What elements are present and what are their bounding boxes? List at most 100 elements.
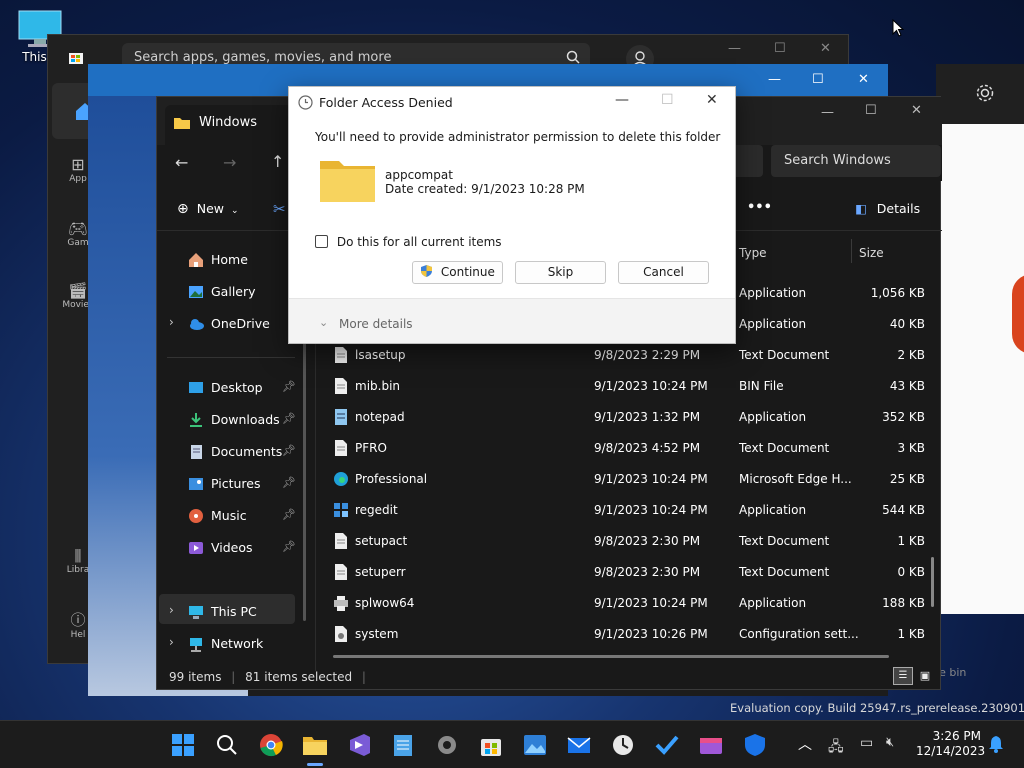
visual-studio-icon[interactable] [346, 732, 372, 758]
explorer-tab[interactable]: Windows [165, 105, 300, 145]
tiles-view-button[interactable]: ▣ [915, 667, 935, 685]
notepad-icon[interactable] [390, 732, 416, 758]
mail-icon[interactable] [566, 732, 592, 758]
horizontal-scrollbar[interactable] [333, 655, 889, 658]
volume-muted-icon[interactable]: 🔇︎ [886, 735, 894, 750]
store-maximize-button[interactable]: ☐ [774, 41, 786, 56]
back-arrow-icon[interactable]: ← [175, 153, 188, 172]
pin-icon: 📌︎ [282, 540, 296, 553]
chevron-right-icon[interactable]: › [169, 635, 174, 649]
sidebar-item-music[interactable]: Music 📌︎ [187, 505, 307, 529]
table-row[interactable]: splwow64 9/1/2023 10:24 PM Application 188 … [333, 588, 933, 619]
file-explorer-taskbar-icon[interactable] [302, 732, 328, 758]
table-row[interactable]: PFRO 9/8/2023 4:52 PM Text Document 3 KB [333, 433, 933, 464]
file-doc-icon [333, 532, 349, 550]
network-disconnected-icon[interactable]: 🖧︎ [828, 736, 844, 760]
clock-icon [298, 95, 313, 113]
column-divider [851, 239, 852, 263]
store-close-button[interactable]: ✕ [820, 41, 831, 56]
explorer-tab-title: Windows [199, 115, 258, 130]
store-taskbar-icon[interactable] [478, 732, 504, 758]
checkbox-box[interactable] [315, 235, 328, 248]
sidebar-item-videos[interactable]: Videos 📌︎ [187, 537, 307, 561]
sidebar-divider [167, 357, 295, 358]
table-row[interactable]: Professional 9/1/2023 10:24 PM Microsoft E… [333, 464, 933, 495]
file-size: 1,056 KB [870, 286, 925, 300]
more-details-toggle[interactable]: More details [339, 317, 413, 331]
table-row[interactable]: regedit 9/1/2023 10:24 PM Application 544 K… [333, 495, 933, 526]
table-row[interactable]: system 9/1/2023 10:26 PM Configuration set… [333, 619, 933, 650]
sidebar-item-this-pc[interactable]: This PC [187, 601, 307, 625]
up-arrow-icon[interactable]: ↑ [271, 152, 284, 171]
cut-icon[interactable]: ✂ [273, 200, 286, 218]
column-header-type[interactable]: Type [739, 239, 767, 263]
cloud-icon [187, 315, 205, 333]
table-row[interactable]: lsasetup 9/8/2023 2:29 PM Text Document 2 K… [333, 340, 933, 371]
forward-arrow-icon[interactable]: → [223, 153, 236, 172]
file-date: 9/1/2023 10:26 PM [594, 627, 708, 641]
todo-icon[interactable] [654, 732, 680, 758]
new-button[interactable]: ⊕ New ⌄ [177, 201, 239, 217]
continue-button[interactable]: Continue [412, 261, 503, 284]
cancel-button[interactable]: Cancel [618, 261, 709, 284]
file-type: Application [739, 410, 807, 424]
more-options-button[interactable]: ••• [747, 200, 772, 215]
list-scrollbar[interactable] [931, 557, 934, 607]
chevron-right-icon[interactable]: › [169, 315, 174, 329]
gear-icon[interactable] [974, 82, 996, 107]
file-name: splwow64 [355, 596, 415, 610]
sidebar-item-downloads[interactable]: Downloads 📌︎ [187, 409, 307, 433]
chrome-icon[interactable] [258, 732, 284, 758]
chevron-down-icon[interactable]: ⌄ [319, 316, 328, 329]
details-view-button[interactable]: ☰ [893, 667, 913, 685]
chevron-right-icon[interactable]: › [169, 603, 174, 617]
sidebar-item-network[interactable]: Network [187, 633, 307, 657]
file-date: 9/1/2023 10:24 PM [594, 472, 708, 486]
explorer-search-input[interactable]: Search Windows [771, 145, 941, 177]
bg-maximize-button[interactable]: ☐ [812, 72, 824, 87]
taskbar-search-icon[interactable] [214, 732, 240, 758]
settings-gear-icon[interactable] [434, 732, 460, 758]
table-row[interactable]: setuperr 9/8/2023 2:30 PM Text Document 0 K… [333, 557, 933, 588]
display-icon[interactable]: ▭ [860, 735, 873, 751]
apply-all-checkbox[interactable]: Do this for all current items [315, 235, 502, 249]
bg-close-button[interactable]: ✕ [858, 72, 869, 87]
table-row[interactable]: mib.bin 9/1/2023 10:24 PM BIN File 43 KB [333, 371, 933, 402]
dialog-minimize-button[interactable]: — [615, 92, 629, 108]
dialog-close-button[interactable]: ✕ [706, 92, 718, 108]
status-item-count: 99 items [169, 670, 222, 684]
sidebar-item-downloads-label: Downloads [211, 412, 280, 427]
tray-chevron-up-icon[interactable]: ︿ [798, 734, 812, 754]
explorer-minimize-button[interactable]: — [821, 105, 834, 120]
file-name: system [355, 627, 399, 641]
desktop-icon [187, 379, 205, 397]
sidebar-item-desktop[interactable]: Desktop 📌︎ [187, 377, 307, 401]
store-search-placeholder: Search apps, games, movies, and more [134, 50, 392, 65]
home-icon [187, 251, 205, 269]
file-name: setuperr [355, 565, 406, 579]
file-date: 9/1/2023 10:24 PM [594, 503, 708, 517]
taskbar-clock-time[interactable]: 3:26 PM [925, 729, 981, 743]
store-minimize-button[interactable]: — [728, 41, 741, 56]
table-row[interactable]: notepad 9/1/2023 1:32 PM Application 352 KB [333, 402, 933, 433]
status-selected-count: 81 items selected [245, 670, 353, 684]
skip-button[interactable]: Skip [515, 261, 606, 284]
start-button[interactable] [170, 732, 196, 758]
dialog-maximize-button[interactable]: ☐ [661, 92, 674, 108]
security-shield-icon[interactable] [742, 732, 768, 758]
table-row[interactable]: setupact 9/8/2023 2:30 PM Text Document 1 K… [333, 526, 933, 557]
column-header-size[interactable]: Size [859, 239, 884, 263]
clock-app-icon[interactable] [610, 732, 636, 758]
clipchamp-icon[interactable] [698, 732, 724, 758]
explorer-close-button[interactable]: ✕ [911, 103, 922, 118]
bg-minimize-button[interactable]: — [768, 72, 781, 87]
explorer-maximize-button[interactable]: ☐ [865, 103, 877, 118]
photos-icon[interactable] [522, 732, 548, 758]
sidebar-item-documents[interactable]: Documents 📌︎ [187, 441, 307, 465]
notification-bell-icon[interactable] [988, 735, 1004, 756]
file-name: notepad [355, 410, 405, 424]
details-button[interactable]: ◧ Details [855, 201, 920, 216]
sidebar-item-pictures[interactable]: Pictures 📌︎ [187, 473, 307, 497]
file-name: setupact [355, 534, 408, 548]
taskbar-clock-date[interactable]: 12/14/2023 [916, 744, 985, 758]
